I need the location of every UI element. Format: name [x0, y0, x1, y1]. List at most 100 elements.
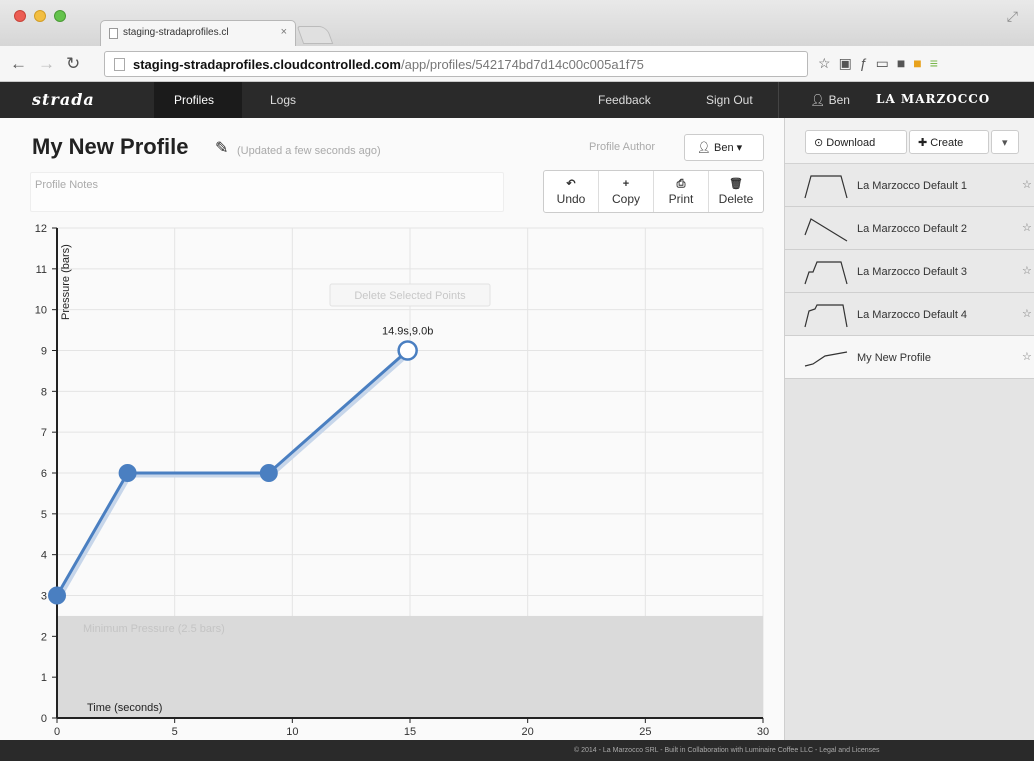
nav-feedback-link[interactable]: Feedback: [598, 93, 651, 107]
y-tick-label: 11: [36, 264, 47, 276]
favorite-star-icon[interactable]: ☆: [1022, 221, 1032, 234]
x-tick-label: 10: [286, 726, 298, 738]
extension-icons[interactable]: ☆▣ƒ▭■■≡: [818, 55, 946, 72]
data-point[interactable]: [48, 586, 66, 605]
undo-button[interactable]: ↶ Undo: [544, 171, 599, 212]
nav-user-link[interactable]: 👤︎ Ben: [810, 93, 850, 107]
user-icon: 👤︎: [810, 93, 829, 107]
fullscreen-icon[interactable]: ⤢: [1007, 8, 1024, 25]
undo-label: Undo: [556, 192, 586, 206]
favorite-star-icon[interactable]: ☆: [1022, 350, 1032, 363]
print-button[interactable]: ⎙ Print: [654, 171, 709, 212]
profile-list-item[interactable]: My New Profile ☆: [785, 336, 1034, 379]
x-tick-label: 0: [54, 726, 60, 738]
author-label: Profile Author: [589, 141, 656, 153]
y-tick-label: 4: [41, 550, 47, 562]
browser-toolbar: ← → ↻ staging-stradaprofiles.cloudcontro…: [0, 46, 1034, 82]
window-minimize-button[interactable]: [34, 10, 46, 22]
window-maximize-button[interactable]: [54, 10, 66, 22]
nav-signout-link[interactable]: Sign Out: [706, 93, 753, 107]
nav-profiles-link[interactable]: Profiles: [174, 93, 214, 107]
profile-thumbnail: [804, 218, 848, 242]
la-marzocco-logo[interactable]: LA MARZOCCO: [876, 92, 990, 106]
profile-thumbnail: [804, 175, 848, 199]
copy-label: Copy: [611, 192, 640, 206]
favorite-star-icon[interactable]: ☆: [1022, 307, 1032, 320]
copy-button[interactable]: + Copy: [599, 171, 654, 212]
y-tick-label: 8: [41, 386, 47, 398]
favorite-star-icon[interactable]: ☆: [1022, 178, 1032, 191]
user-icon: 👤︎: [697, 142, 715, 154]
url-domain: staging-stradaprofiles.cloudcontrolled.c…: [133, 57, 401, 72]
download-button[interactable]: ⊙ Download: [805, 130, 907, 154]
y-tick-label: 0: [41, 713, 47, 725]
forward-arrow-icon[interactable]: →: [38, 54, 55, 74]
reload-icon[interactable]: ↻: [66, 54, 80, 74]
create-dropdown-button[interactable]: ▾: [991, 130, 1019, 154]
y-axis-label: Pressure (bars): [60, 244, 72, 320]
profile-editor: My New Profile ✎ (Updated a few seconds …: [0, 118, 784, 740]
profile-thumbnail-curve: [804, 261, 848, 285]
favorite-star-icon[interactable]: ☆: [1022, 264, 1032, 277]
profile-thumbnail-curve: [804, 304, 848, 328]
profile-list-item[interactable]: La Marzocco Default 1 ☆: [785, 164, 1034, 207]
y-tick-label: 3: [41, 591, 47, 603]
y-tick-label: 10: [35, 305, 47, 317]
y-tick-label: 6: [41, 468, 47, 480]
profile-list-item-name: La Marzocco Default 1: [857, 180, 968, 192]
address-bar[interactable]: staging-stradaprofiles.cloudcontrolled.c…: [104, 51, 808, 77]
data-point[interactable]: [259, 464, 278, 482]
function-icon[interactable]: ƒ: [860, 55, 876, 71]
x-tick-label: 20: [522, 726, 534, 738]
selected-data-point[interactable]: [397, 340, 418, 361]
profile-thumbnail-curve: [804, 175, 848, 199]
create-label: Create: [930, 137, 964, 149]
strada-logo[interactable]: strada: [32, 90, 95, 109]
profile-thumbnail-curve: [804, 351, 848, 367]
back-arrow-icon[interactable]: ←: [10, 54, 27, 74]
page-title[interactable]: My New Profile: [32, 134, 188, 160]
footer: © 2014 - La Marzocco SRL - Built in Coll…: [0, 740, 1034, 761]
selected-point-label: 14.9s,9.0b: [382, 326, 433, 338]
browser-tab[interactable]: staging-stradaprofiles.cl ×: [100, 20, 296, 46]
menu-icon[interactable]: ≡: [930, 55, 946, 71]
terminal-icon[interactable]: ■: [897, 55, 913, 71]
profile-list-item[interactable]: La Marzocco Default 4 ☆: [785, 293, 1034, 336]
tab-close-icon[interactable]: ×: [281, 26, 287, 38]
window-close-button[interactable]: [14, 10, 26, 22]
y-tick-label: 1: [41, 672, 47, 684]
nav-user-name: Ben: [828, 93, 850, 107]
profile-list-item-name: La Marzocco Default 3: [857, 266, 968, 278]
y-tick-label: 9: [41, 346, 47, 358]
profile-list-item-name: La Marzocco Default 4: [857, 309, 968, 321]
edit-toolbar: ↶ Undo + Copy ⎙ Print 🗑︎ Delete: [543, 170, 764, 213]
profile-list-item[interactable]: La Marzocco Default 3 ☆: [785, 250, 1034, 293]
caret-down-icon: ▾: [736, 142, 743, 154]
y-tick-label: 5: [41, 509, 47, 521]
create-button[interactable]: ✚ Create: [909, 130, 989, 154]
profile-list-item[interactable]: La Marzocco Default 2 ☆: [785, 207, 1034, 250]
y-tick-label: 7: [41, 427, 47, 439]
delete-button[interactable]: 🗑︎ Delete: [709, 171, 763, 212]
author-dropdown[interactable]: 👤︎ Ben ▾: [684, 134, 764, 161]
browser-tab-bar: staging-stradaprofiles.cl × ⤢: [0, 0, 1034, 46]
cast-icon[interactable]: ▭: [876, 55, 897, 71]
data-point[interactable]: [118, 464, 137, 482]
profile-list-item-name: My New Profile: [857, 352, 931, 364]
profile-notes-input[interactable]: Profile Notes: [30, 172, 504, 212]
new-tab-button[interactable]: [296, 26, 334, 44]
monitor-icon[interactable]: ▣: [839, 55, 860, 71]
x-tick-label: 25: [639, 726, 651, 738]
bookmark-star-icon[interactable]: ☆: [818, 55, 839, 71]
pencil-icon[interactable]: ✎: [215, 138, 228, 158]
profile-list-item-name: La Marzocco Default 2: [857, 223, 968, 235]
printer-icon: ⎙: [676, 178, 686, 190]
pressure-chart[interactable]: Minimum Pressure (2.5 bars) Delete Select…: [0, 218, 784, 740]
nav-logs-link[interactable]: Logs: [270, 93, 296, 107]
y-tick-label: 2: [41, 631, 47, 643]
x-tick-label: 5: [172, 726, 178, 738]
profile-thumbnail: [804, 261, 848, 285]
app-navbar: strada Profiles Logs Feedback Sign Out 👤…: [0, 82, 1034, 118]
profile-thumbnail-curve: [804, 218, 848, 242]
extension-icon[interactable]: ■: [913, 55, 929, 71]
